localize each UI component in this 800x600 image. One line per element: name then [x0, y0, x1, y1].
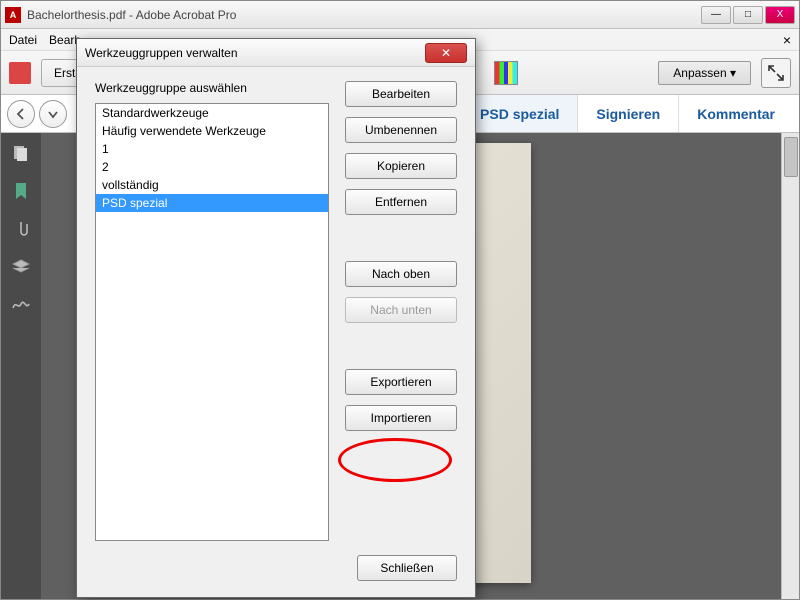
- fullscreen-button[interactable]: [761, 58, 791, 88]
- export-button[interactable]: Exportieren: [345, 369, 457, 395]
- minimize-button[interactable]: —: [701, 6, 731, 24]
- close-button[interactable]: X: [765, 6, 795, 24]
- rename-button[interactable]: Umbenennen: [345, 117, 457, 143]
- dialog-close-button[interactable]: ✕: [425, 43, 467, 63]
- dialog-titlebar: Werkzeuggruppen verwalten ✕: [77, 39, 475, 67]
- tab-psd-spezial[interactable]: PSD spezial: [461, 95, 577, 132]
- list-item[interactable]: Standardwerkzeuge: [96, 104, 328, 122]
- layers-icon[interactable]: [11, 257, 31, 277]
- arrow-left-icon: [14, 107, 28, 121]
- close-dialog-button[interactable]: Schließen: [357, 555, 457, 581]
- window-buttons: — □ X: [701, 6, 795, 24]
- doc-close-button[interactable]: ×: [783, 32, 791, 48]
- bookmark-icon[interactable]: [11, 181, 31, 201]
- menu-file[interactable]: Datei: [9, 33, 37, 47]
- pages-icon[interactable]: [11, 143, 31, 163]
- list-item[interactable]: 1: [96, 140, 328, 158]
- listbox-label: Werkzeuggruppe auswählen: [95, 81, 329, 95]
- nav-forward-button[interactable]: [39, 100, 67, 128]
- remove-button[interactable]: Entfernen: [345, 189, 457, 215]
- move-down-button: Nach unten: [345, 297, 457, 323]
- dialog-footer: Schließen: [77, 555, 475, 597]
- scroll-thumb[interactable]: [784, 137, 798, 177]
- maximize-button[interactable]: □: [733, 6, 763, 24]
- customize-button[interactable]: Anpassen ▾: [658, 61, 751, 85]
- signature-icon[interactable]: [11, 295, 31, 315]
- arrow-down-icon: [46, 107, 60, 121]
- tab-kommentar[interactable]: Kommentar: [678, 95, 793, 132]
- app-icon: A: [5, 7, 21, 23]
- edit-button[interactable]: Bearbeiten: [345, 81, 457, 107]
- tool-groups-listbox[interactable]: StandardwerkzeugeHäufig verwendete Werkz…: [95, 103, 329, 541]
- expand-icon: [768, 65, 784, 81]
- scrollbar[interactable]: [781, 133, 799, 599]
- pdf-icon: [9, 62, 31, 84]
- move-up-button[interactable]: Nach oben: [345, 261, 457, 287]
- titlebar: A Bachelorthesis.pdf - Adobe Acrobat Pro…: [1, 1, 799, 29]
- dialog-button-column: Bearbeiten Umbenennen Kopieren Entfernen…: [345, 81, 457, 541]
- manage-tool-groups-dialog: Werkzeuggruppen verwalten ✕ Werkzeuggrup…: [76, 38, 476, 598]
- list-item[interactable]: PSD spezial: [96, 194, 328, 212]
- tab-signieren[interactable]: Signieren: [577, 95, 678, 132]
- copy-button[interactable]: Kopieren: [345, 153, 457, 179]
- list-item[interactable]: vollständig: [96, 176, 328, 194]
- dialog-title: Werkzeuggruppen verwalten: [85, 46, 425, 60]
- sidebar: [1, 133, 41, 599]
- import-button[interactable]: Importieren: [345, 405, 457, 431]
- window-title: Bachelorthesis.pdf - Adobe Acrobat Pro: [27, 8, 701, 22]
- color-bars-icon[interactable]: [494, 61, 518, 85]
- nav-back-button[interactable]: [7, 100, 35, 128]
- list-item[interactable]: Häufig verwendete Werkzeuge: [96, 122, 328, 140]
- dialog-left-pane: Werkzeuggruppe auswählen Standardwerkzeu…: [95, 81, 329, 541]
- attachment-icon[interactable]: [11, 219, 31, 239]
- dialog-body: Werkzeuggruppe auswählen Standardwerkzeu…: [77, 67, 475, 555]
- list-item[interactable]: 2: [96, 158, 328, 176]
